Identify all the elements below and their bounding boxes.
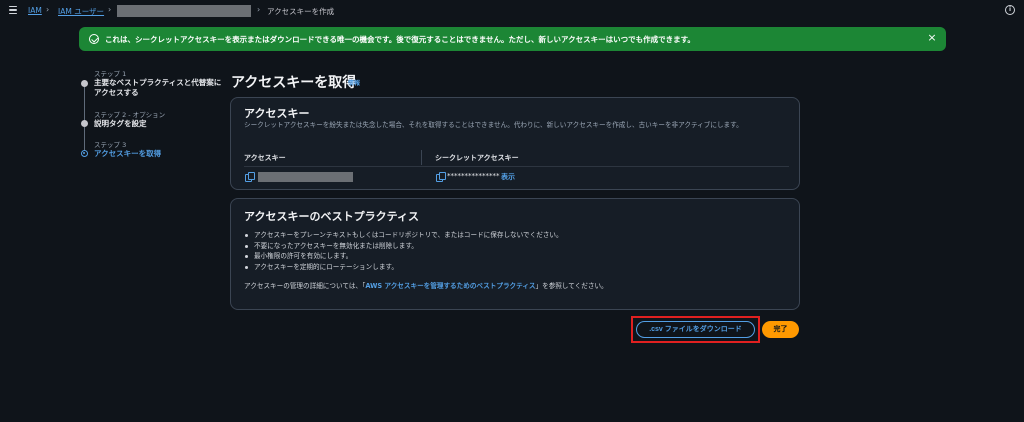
top-navigation: IAM › IAM ユーザー › › アクセスキーを作成 i [0,0,1024,22]
show-secret-link[interactable]: 表示 [501,172,515,182]
breadcrumb-separator-icon: › [46,5,50,14]
copy-secret-key-icon[interactable] [436,172,446,182]
close-icon[interactable]: × [925,31,939,45]
best-practices-footer: アクセスキーの管理の詳細については、「AWS アクセスキーを管理するためのベスト… [244,280,608,290]
done-button[interactable]: 完了 [762,321,799,338]
step-2-title[interactable]: 説明タグを設定 [94,119,224,129]
info-icon[interactable]: i [1005,5,1015,15]
footer-text-before: アクセスキーの管理の詳細については、「 [244,282,366,290]
breadcrumb-iam[interactable]: IAM [28,6,42,15]
list-item: アクセスキーをプレーンテキストもしくはコードリポジトリで、またはコードに保存しな… [244,230,563,241]
flash-message: これは、シークレットアクセスキーを表示またはダウンロードできる唯一の機会です。後… [105,35,695,44]
step-3-title: アクセスキーを取得 [94,149,162,158]
page-title: アクセスキーを取得 [231,75,357,91]
best-practices-doc-link[interactable]: AWS アクセスキーを管理するためのベストプラクティス [365,282,535,290]
step-1-title[interactable]: 主要なベストプラクティスと代替案にアクセスする [94,78,224,98]
step-3-dot-active [81,150,88,157]
list-item: アクセスキーを定期的にローテーションします。 [244,262,563,273]
step-connector [84,127,85,152]
best-practices-panel: アクセスキーのベストプラクティス アクセスキーをプレーンテキストもしくはコードリ… [230,198,800,310]
best-practices-title: アクセスキーのベストプラクティス [244,210,420,223]
check-circle-icon [89,34,99,44]
access-key-description: シークレットアクセスキーを紛失または失念した場合、それを取得することはできません… [244,121,743,129]
best-practices-list: アクセスキーをプレーンテキストもしくはコードリポジトリで、またはコードに保存しな… [244,230,563,272]
access-key-column-header: アクセスキー [244,154,286,162]
step-2-number: ステップ 2 - オプション [94,111,166,119]
hamburger-menu-icon[interactable] [9,6,17,14]
step-1-dot [81,80,88,87]
step-3-number: ステップ 3 [94,141,127,149]
step-connector [84,86,85,123]
success-flash-banner: これは、シークレットアクセスキーを表示またはダウンロードできる唯一の機会です。後… [79,27,946,51]
breadcrumb-current: アクセスキーを作成 [267,7,335,16]
breadcrumb-separator-icon: › [108,5,112,14]
breadcrumb-separator-icon: › [257,5,261,14]
access-key-panel-title: アクセスキー [244,107,310,120]
step-2-dot [81,120,88,127]
secret-key-column-header: シークレットアクセスキー [435,154,519,162]
access-key-panel: アクセスキー シークレットアクセスキーを紛失または失念した場合、それを取得するこ… [230,97,800,190]
list-item: 最小権限の許可を有効にします。 [244,251,563,262]
redacted-access-key [258,172,353,182]
redacted-user-name[interactable] [117,5,251,17]
breadcrumb-iam-users[interactable]: IAM ユーザー [58,6,104,17]
download-csv-button[interactable]: .csv ファイルをダウンロード [636,321,755,338]
list-item: 不要になったアクセスキーを無効化または削除します。 [244,241,563,252]
footer-text-after: 」を参照してください。 [535,282,608,290]
column-divider [421,150,422,165]
info-link[interactable]: 情報 [348,78,360,87]
table-divider [244,166,789,167]
secret-key-masked: *************** [447,172,500,180]
copy-access-key-icon[interactable] [245,172,255,182]
step-1-number: ステップ 1 [94,70,127,78]
